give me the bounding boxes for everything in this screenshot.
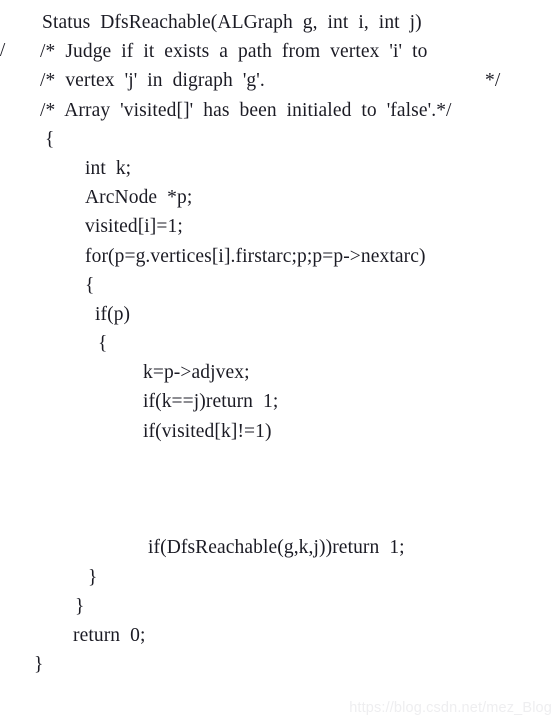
code-line: return 0; — [0, 621, 558, 650]
code-line: k=p->adjvex; — [0, 358, 558, 387]
code-line: } — [0, 563, 558, 592]
code-line-text: /* Array 'visited[]' has been initialed … — [40, 99, 452, 121]
code-line-text: /* vertex 'j' in digraph 'g'. — [40, 70, 265, 92]
code-line-text: { — [98, 333, 108, 355]
code-line: Status DfsReachable(ALGraph g, int i, in… — [0, 8, 558, 37]
code-line-text: } — [88, 566, 98, 588]
code-line-text: } — [75, 595, 85, 617]
code-line: /* Judge if it exists a path from vertex… — [0, 37, 558, 66]
code-line: { — [0, 125, 558, 154]
code-line: if(DfsReachable(g,k,j))return 1; — [0, 533, 558, 562]
code-line-text: } — [34, 654, 44, 676]
code-line: if(visited[k]!=1) — [0, 417, 558, 446]
code-line-text: /* Judge if it exists a path from vertex… — [40, 41, 428, 63]
code-line-text: int k; — [85, 157, 132, 179]
code-listing: Status DfsReachable(ALGraph g, int i, in… — [0, 8, 558, 679]
code-line: } — [0, 592, 558, 621]
code-line: if(k==j)return 1; — [0, 387, 558, 416]
code-line: if(p) — [0, 300, 558, 329]
code-line-text: ArcNode *p; — [85, 187, 193, 209]
code-line-text: Status DfsReachable(ALGraph g, int i, in… — [42, 12, 422, 33]
code-line-text: if(k==j)return 1; — [143, 391, 279, 413]
code-snippet-page: Status DfsReachable(ALGraph g, int i, in… — [0, 0, 558, 728]
code-line: { — [0, 329, 558, 358]
code-line: int k; — [0, 154, 558, 183]
code-line-text: k=p->adjvex; — [143, 362, 250, 384]
code-line: /* Array 'visited[]' has been initialed … — [0, 96, 558, 125]
code-line: } — [0, 650, 558, 679]
code-line-text: if(p) — [95, 303, 131, 325]
code-line-text: if(visited[k]!=1) — [143, 420, 272, 442]
code-line-text: for(p=g.vertices[i].firstarc;p;p=p->next… — [85, 245, 426, 267]
code-line-text: if(DfsReachable(g,k,j))return 1; — [148, 537, 405, 559]
comment-close-marker: */ — [485, 70, 501, 92]
csdn-blog-watermark: https://blog.csdn.net/mez_Blog — [349, 700, 552, 716]
code-line-text: return 0; — [73, 624, 146, 646]
code-line-text: { — [45, 128, 55, 150]
code-line-text: visited[i]=1; — [85, 216, 183, 238]
code-line: visited[i]=1; — [0, 212, 558, 241]
code-line: { — [0, 271, 558, 300]
code-line: for(p=g.vertices[i].firstarc;p;p=p->next… — [0, 242, 558, 271]
code-line-text: { — [85, 274, 95, 296]
code-line: /* vertex 'j' in digraph 'g'. */ — [0, 66, 558, 95]
code-line: ArcNode *p; — [0, 183, 558, 212]
overstruck-comment-close-text: */ — [0, 40, 6, 62]
